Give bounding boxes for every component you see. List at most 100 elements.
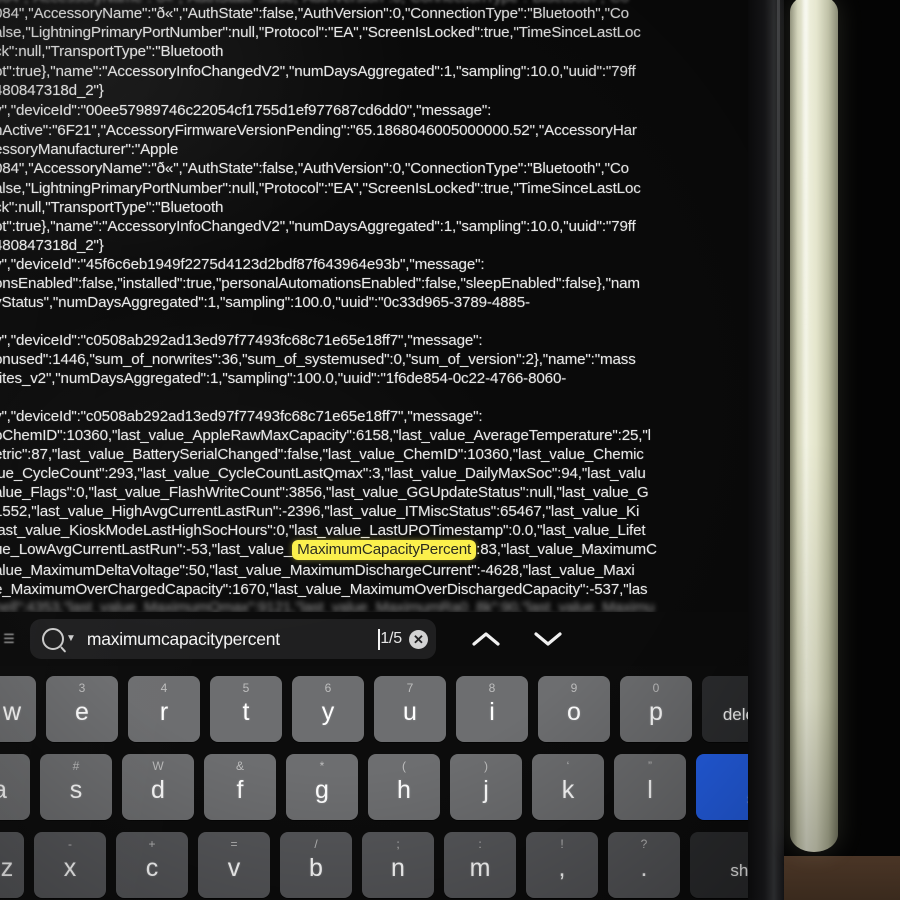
key-m[interactable]: : m (444, 832, 516, 898)
key-label: l (647, 776, 653, 804)
key-secondary-label: / (314, 837, 318, 851)
key-label: x (63, 854, 77, 882)
key-secondary-label: - (68, 837, 72, 851)
log-line: 084","AccessoryName":"ð«","AuthState":fa… (0, 160, 629, 177)
search-match-highlight: MaximumCapacityPercent (292, 540, 477, 560)
key-y[interactable]: 6 y (292, 676, 364, 742)
photo-of-tablet-screen: 084","AccessoryName":"ð«","AuthState":fa… (0, 0, 900, 900)
key-label: shift (730, 861, 748, 880)
key-secondary-label: ! (560, 837, 564, 851)
log-line: 1552,"last_value_HighAvgCurrentLastRun":… (0, 503, 640, 520)
key-secondary-label: ) (484, 759, 488, 773)
log-line: alue_Flags":0,"last_value_FlashWriteCoun… (0, 484, 649, 501)
log-line: etric":87,"last_value_BatterySerialChang… (0, 446, 644, 463)
key-g[interactable]: * g (286, 754, 358, 820)
log-line: ot":true},"name":"AccessoryInfoChangedV2… (0, 218, 636, 235)
key-v[interactable]: = v (198, 832, 270, 898)
key-search-return[interactable]: search (696, 754, 748, 820)
key-l[interactable]: ” l (614, 754, 686, 820)
log-line: oChemID":10360,"last_value_AppleRawMaxCa… (0, 427, 651, 444)
log-line-with-match: ue_LowAvgCurrentLastRun":-53,"last_value… (0, 540, 657, 560)
key-k[interactable]: ‘ k (532, 754, 604, 820)
key-secondary-label: = (230, 837, 238, 851)
key-secondary-label: 9 (570, 681, 578, 695)
key-d[interactable]: W d (122, 754, 194, 820)
key-secondary-label: 4 (160, 681, 168, 695)
json-log-pane[interactable]: 084","AccessoryName":"ð«","AuthState":fa… (0, 0, 748, 612)
key-label: s (69, 776, 83, 804)
keyboard-row-middle: a # s W d & f * g ( (0, 754, 748, 820)
key-x[interactable]: - x (34, 832, 106, 898)
key-comma[interactable]: ! , (526, 832, 598, 898)
on-screen-keyboard: w 3 e 4 r 5 t 6 y 7 u 8 i 9 o 0 p del # … (0, 666, 748, 900)
log-line: y","deviceId":"c0508ab292ad13ed97f77493f… (0, 408, 483, 425)
key-secondary-label: 5 (242, 681, 250, 695)
find-search-field[interactable]: ▼ maximumcapacitypercent 1/5 ✕ (30, 619, 436, 659)
key-period[interactable]: ? . (608, 832, 680, 898)
key-delete[interactable]: delete (702, 676, 748, 742)
key-b[interactable]: / b (280, 832, 352, 898)
log-line: ck":null,"TransportType":"Bluetooth (0, 43, 224, 60)
match-line-suffix: :83,"last_value_MaximumC (476, 541, 657, 558)
log-line: 084","AccessoryName":"ð«","AuthState":fa… (0, 5, 629, 22)
wooden-table-surface (784, 856, 900, 900)
key-o[interactable]: 9 o (538, 676, 610, 742)
key-f[interactable]: & f (204, 754, 276, 820)
key-label: c (145, 854, 159, 882)
key-t[interactable]: 5 t (210, 676, 282, 742)
key-u[interactable]: 7 u (374, 676, 446, 742)
log-line: alue_MaximumDeltaVoltage":50,"last_value… (0, 562, 635, 579)
format-icon[interactable]: ☰ (0, 631, 24, 647)
key-secondary-label: ( (402, 759, 406, 773)
key-label: b (309, 854, 323, 882)
log-line: yStatus","numDaysAggregated":1,"sampling… (0, 294, 530, 311)
key-label: p (649, 698, 663, 726)
key-secondary-label: * (319, 759, 325, 773)
key-label: f (236, 776, 244, 804)
key-secondary-label: ; (396, 837, 400, 851)
find-query-text[interactable]: maximumcapacitypercent (87, 629, 377, 650)
device-bezel (748, 0, 784, 900)
key-secondary-label: 3 (78, 681, 86, 695)
key-label: j (483, 776, 489, 804)
key-label: a (0, 778, 30, 803)
key-n[interactable]: ; n (362, 832, 434, 898)
key-j[interactable]: ) j (450, 754, 522, 820)
clear-search-button[interactable]: ✕ (409, 629, 428, 649)
log-line: y","deviceId":"45f6c6eb1949f2275d4123d2b… (0, 256, 485, 273)
key-z[interactable]: z (0, 832, 24, 898)
find-next-button[interactable] (520, 626, 576, 652)
chevron-down-icon[interactable]: ▼ (66, 634, 76, 644)
key-h[interactable]: ( h (368, 754, 440, 820)
log-line: alse,"LightningPrimaryPortNumber":null,"… (0, 24, 641, 41)
cylindrical-object (790, 0, 838, 852)
log-line: y","deviceId":"00ee57989746c22054cf1755d… (0, 102, 492, 119)
key-label: w (2, 698, 22, 726)
key-label: m (469, 854, 491, 882)
log-line: rites_v2","numDaysAggregated":1,"samplin… (0, 370, 567, 387)
chevron-down-icon (534, 632, 562, 646)
key-p[interactable]: 0 p (620, 676, 692, 742)
log-line: nell":4353,"last_value_MaximumQmax":9121… (0, 599, 655, 612)
key-secondary-label: ? (640, 837, 648, 851)
find-previous-button[interactable] (458, 626, 514, 652)
key-r[interactable]: 4 r (128, 676, 200, 742)
key-a[interactable]: a (0, 754, 30, 820)
key-c[interactable]: + c (116, 832, 188, 898)
key-w[interactable]: w (0, 676, 36, 742)
key-label: n (391, 854, 405, 882)
key-shift[interactable]: shift (690, 832, 748, 898)
key-i[interactable]: 8 i (456, 676, 528, 742)
log-line: last_value_KioskModeLastHighSocHours":0,… (0, 522, 646, 539)
log-line: ck":null,"TransportType":"Bluetooth (0, 199, 224, 216)
key-label: z (0, 854, 14, 882)
key-e[interactable]: 3 e (46, 676, 118, 742)
key-secondary-label: ‘ (566, 759, 570, 773)
log-line: ot":true},"name":"AccessoryInfoChangedV2… (0, 63, 636, 80)
key-label: t (242, 698, 250, 726)
match-count-label: 1/5 (380, 630, 402, 647)
key-secondary-label: 7 (406, 681, 414, 695)
key-s[interactable]: # s (40, 754, 112, 820)
key-label: e (75, 698, 89, 726)
key-secondary-label: W (152, 759, 164, 773)
